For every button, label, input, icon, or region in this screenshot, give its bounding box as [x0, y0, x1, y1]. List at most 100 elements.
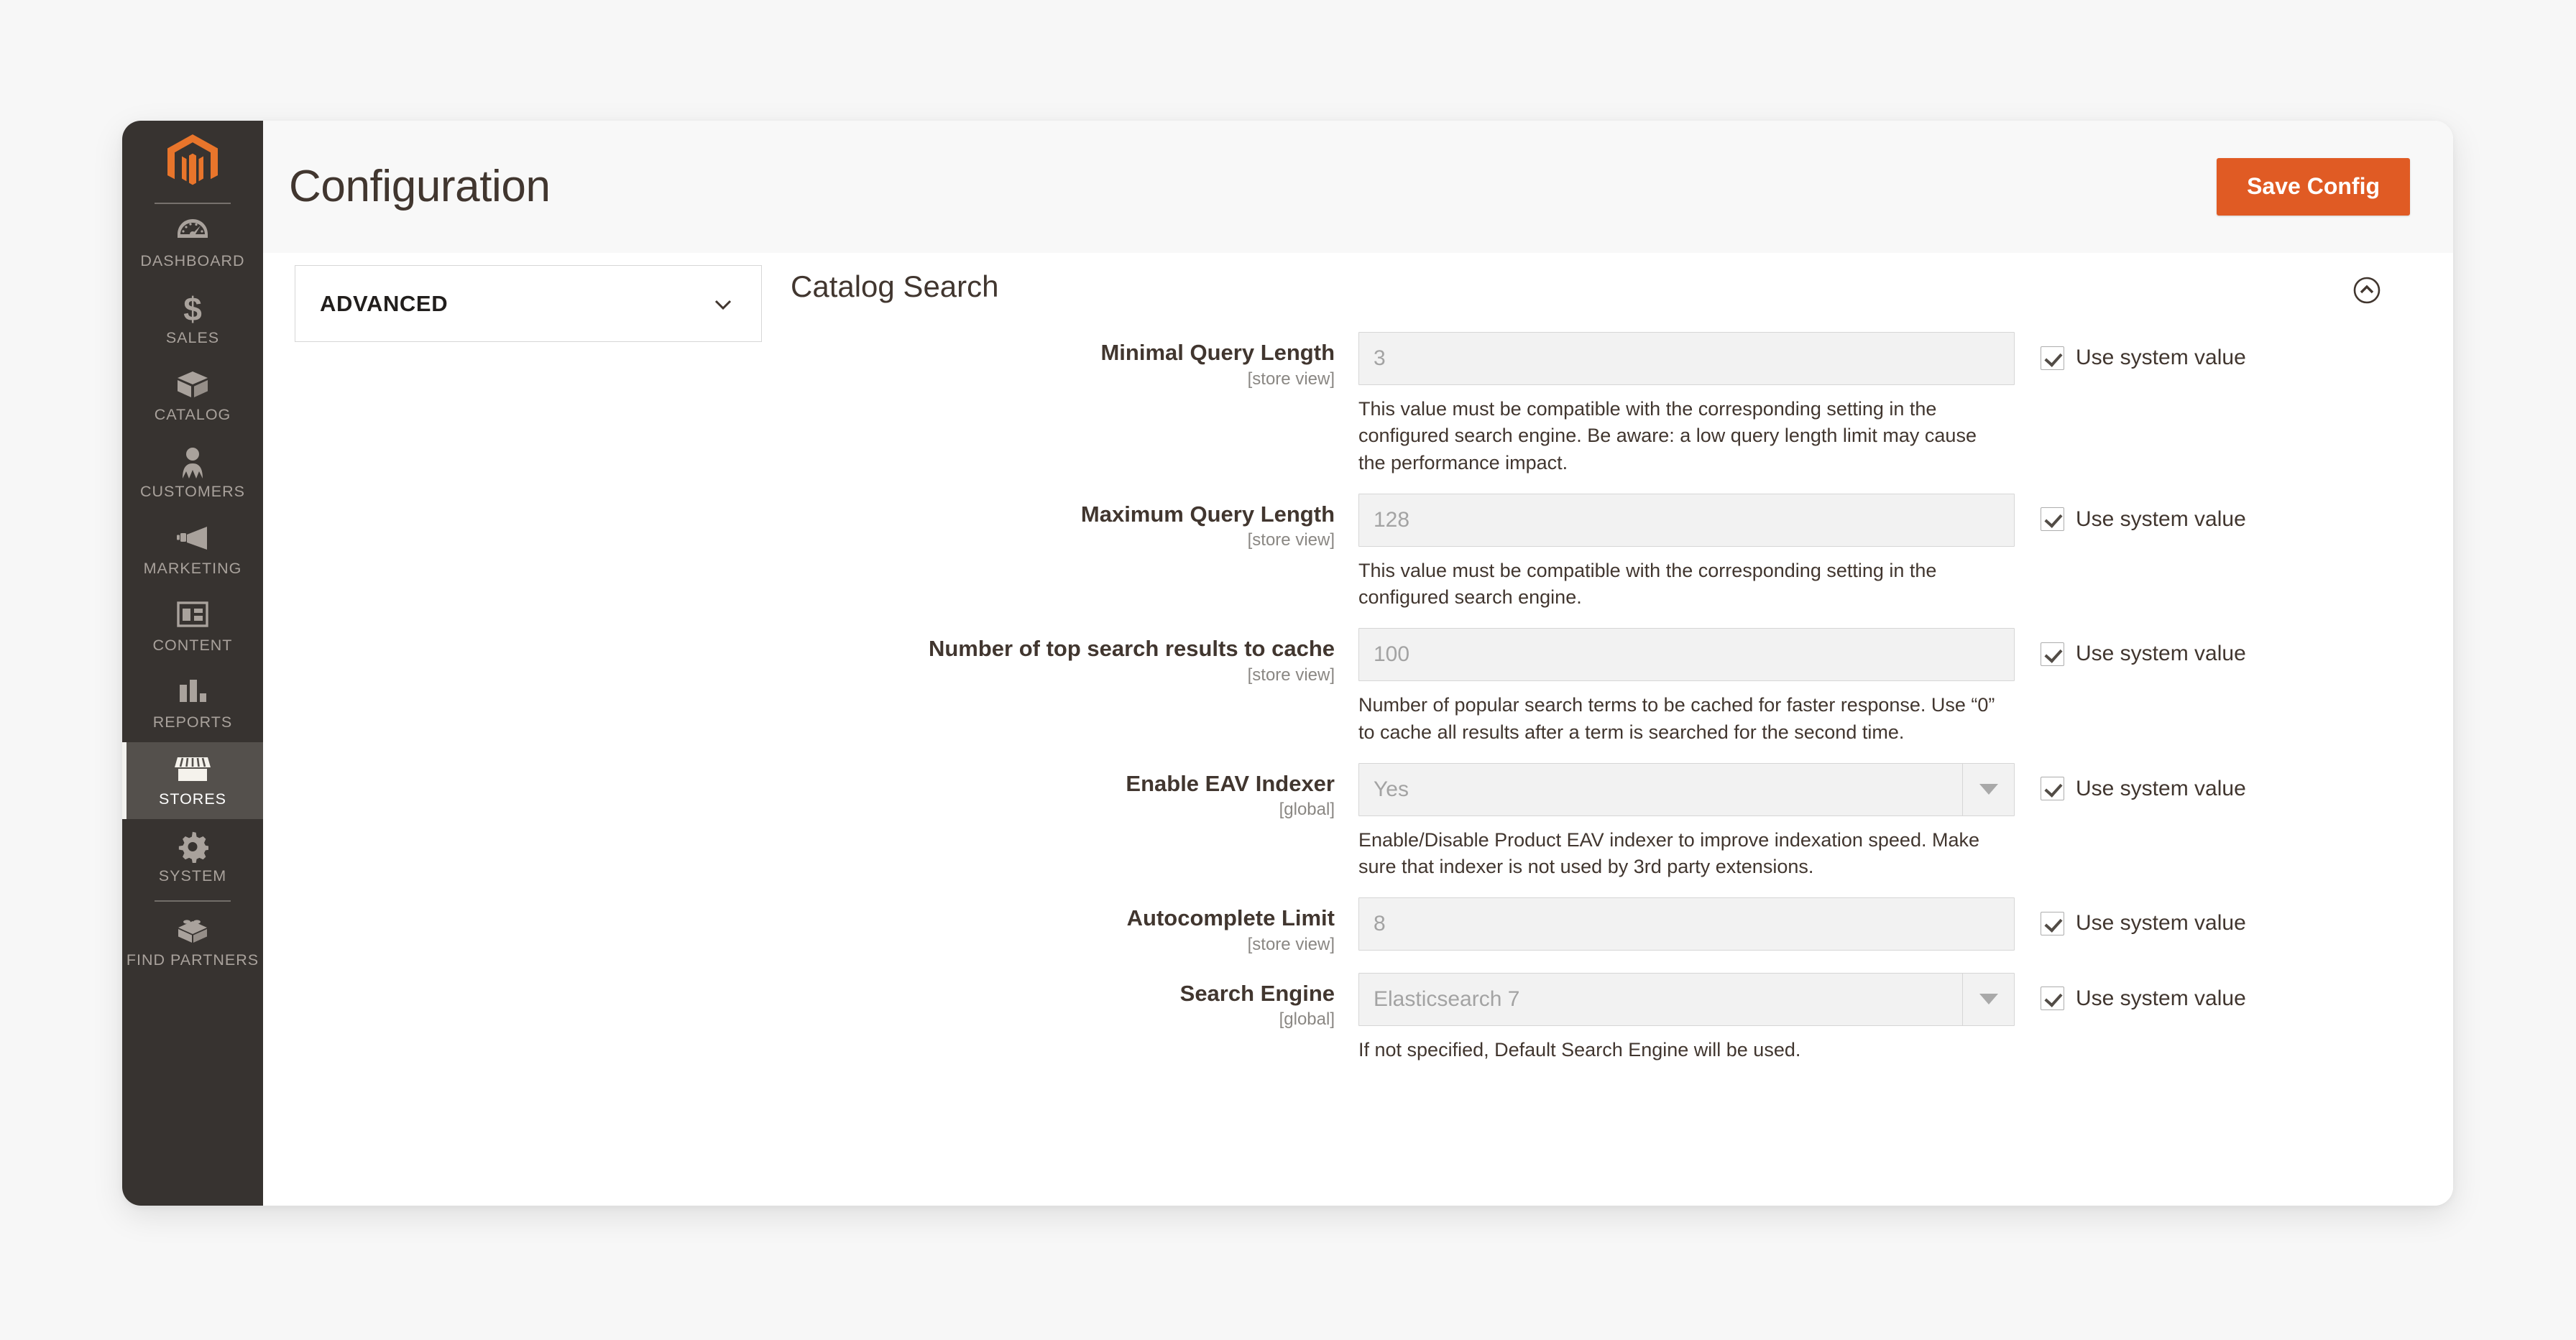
settings-pane: Catalog Search Minimal Query Length [sto…: [791, 253, 2453, 1206]
field-note: Enable/Disable Product EAV indexer to im…: [1358, 828, 1979, 877]
search-engine-select[interactable]: Elasticsearch 7: [1358, 972, 2015, 1026]
field-label: Autocomplete Limit: [1126, 905, 1335, 931]
sidebar-item-find-partners[interactable]: FIND PARTNERS: [122, 903, 263, 980]
box-icon: [125, 370, 260, 403]
checkbox-checked-icon[interactable]: [2041, 346, 2064, 370]
field-note: This value must be compatible with the c…: [1358, 559, 1937, 608]
sidebar-item-label: CONTENT: [152, 637, 233, 654]
maximum-query-length-input[interactable]: [1358, 493, 2015, 547]
checkbox-col: Use system value: [2015, 332, 2410, 370]
sidebar-item-stores[interactable]: STORES: [122, 742, 263, 819]
select-arrow-box[interactable]: [1962, 973, 2014, 1025]
minimal-query-length-input[interactable]: [1358, 332, 2015, 385]
chevron-up-circle-icon[interactable]: [2350, 273, 2384, 308]
field-scope: [store view]: [1247, 530, 1335, 550]
logo-area[interactable]: [122, 121, 263, 203]
field-label: Number of top search results to cache: [928, 636, 1335, 662]
sidebar-item-label: DASHBOARD: [140, 252, 245, 269]
save-config-button[interactable]: Save Config: [2217, 158, 2410, 216]
use-system-value-label: Use system value: [2076, 507, 2246, 531]
settings-fields: Minimal Query Length [store view] This v…: [791, 332, 2410, 1063]
checkbox-col: Use system value: [2015, 763, 2410, 801]
sidebar-item-label: REPORTS: [152, 713, 233, 731]
checkbox-col: Use system value: [2015, 973, 2410, 1011]
sidebar-item-label: CUSTOMERS: [140, 483, 245, 500]
field-row: Autocomplete Limit [store view] Use syst…: [791, 897, 2410, 955]
field-label: Enable EAV Indexer: [1126, 770, 1335, 796]
field-row: Minimal Query Length [store view] This v…: [791, 332, 2410, 476]
megaphone-icon: [125, 524, 260, 557]
sidebar-item-label: CATALOG: [154, 406, 231, 423]
person-icon: [125, 447, 260, 480]
use-system-value-toggle[interactable]: Use system value: [2041, 346, 2246, 370]
field-control-col: [1358, 897, 2015, 951]
checkbox-col: Use system value: [2015, 494, 2410, 532]
field-label-col: Number of top search results to cache [s…: [791, 628, 1358, 685]
gear-icon: [125, 831, 260, 864]
checkbox-checked-icon[interactable]: [2041, 986, 2064, 1011]
sidebar-item-reports[interactable]: REPORTS: [122, 665, 263, 742]
config-nav-column: ADVANCED: [263, 253, 791, 1206]
field-scope: [store view]: [1247, 665, 1335, 685]
sidebar-item-label: SYSTEM: [158, 867, 227, 884]
dollar-icon: $: [125, 293, 260, 326]
sidebar-item-marketing[interactable]: MARKETING: [122, 512, 263, 588]
field-row: Maximum Query Length [store view] This v…: [791, 493, 2410, 611]
brick-icon: [125, 915, 260, 948]
chevron-down-icon: [709, 290, 737, 318]
top-search-results-cache-input[interactable]: [1358, 628, 2015, 682]
page-title: Configuration: [289, 162, 551, 211]
sidebar-item-label: MARKETING: [143, 560, 242, 577]
magento-logo: [167, 134, 218, 185]
checkbox-checked-icon[interactable]: [2041, 777, 2064, 801]
checkbox-col: Use system value: [2015, 897, 2410, 935]
sidebar-item-customers[interactable]: CUSTOMERS: [122, 435, 263, 512]
use-system-value-toggle[interactable]: Use system value: [2041, 777, 2246, 801]
select-value: Elasticsearch 7: [1374, 986, 1520, 1011]
layout-icon: [125, 601, 260, 634]
use-system-value-toggle[interactable]: Use system value: [2041, 507, 2246, 532]
field-note: This value must be compatible with the c…: [1358, 398, 1977, 473]
page-header: Configuration Save Config: [263, 121, 2453, 253]
use-system-value-toggle[interactable]: Use system value: [2041, 986, 2246, 1011]
field-scope: [store view]: [1247, 934, 1335, 954]
field-label-col: Enable EAV Indexer [global]: [791, 763, 1358, 821]
section-select-label: ADVANCED: [320, 290, 448, 316]
section-select[interactable]: ADVANCED: [295, 265, 762, 342]
field-label-col: Autocomplete Limit [store view]: [791, 897, 1358, 955]
checkbox-checked-icon[interactable]: [2041, 507, 2064, 532]
field-note: Number of popular search terms to be cac…: [1358, 694, 1995, 743]
use-system-value-toggle[interactable]: Use system value: [2041, 911, 2246, 935]
field-control-col: Yes Enable/Disable Product EAV indexer t…: [1358, 762, 2015, 881]
field-control-col: This value must be compatible with the c…: [1358, 493, 2015, 611]
sidebar-item-content[interactable]: CONTENT: [122, 588, 263, 665]
content-body: ADVANCED Catalog Search Minimal Query Le…: [263, 253, 2453, 1206]
select-value: Yes: [1374, 777, 1409, 801]
enable-eav-indexer-select[interactable]: Yes: [1358, 762, 2015, 816]
use-system-value-label: Use system value: [2076, 986, 2246, 1010]
select-arrow-box[interactable]: [1962, 763, 2014, 815]
settings-head: Catalog Search: [791, 269, 2410, 308]
field-control-col: Elasticsearch 7 If not specified, Defaul…: [1358, 972, 2015, 1063]
field-label: Maximum Query Length: [1080, 501, 1335, 527]
use-system-value-toggle[interactable]: Use system value: [2041, 642, 2246, 666]
field-row: Number of top search results to cache [s…: [791, 628, 2410, 746]
checkbox-checked-icon[interactable]: [2041, 642, 2064, 666]
admin-window: DASHBOARD $ SALES CATALOG CUSTOMERS MARK…: [122, 121, 2453, 1206]
section-title: Catalog Search: [791, 269, 999, 303]
field-control-col: This value must be compatible with the c…: [1358, 332, 2015, 476]
use-system-value-label: Use system value: [2076, 776, 2246, 800]
field-label: Search Engine: [1179, 980, 1335, 1006]
field-scope: [global]: [1279, 800, 1335, 820]
field-scope: [global]: [1279, 1009, 1335, 1030]
field-note: If not specified, Default Search Engine …: [1358, 1038, 1801, 1061]
field-label: Minimal Query Length: [1100, 340, 1335, 365]
sidebar-item-system[interactable]: SYSTEM: [122, 819, 263, 896]
checkbox-checked-icon[interactable]: [2041, 911, 2064, 935]
sidebar-item-catalog[interactable]: CATALOG: [122, 358, 263, 435]
autocomplete-limit-input[interactable]: [1358, 897, 2015, 951]
field-row: Search Engine [global] Elasticsearch 7 I…: [791, 972, 2410, 1063]
admin-sidebar: DASHBOARD $ SALES CATALOG CUSTOMERS MARK…: [122, 121, 263, 1206]
sidebar-item-sales[interactable]: $ SALES: [122, 281, 263, 358]
sidebar-item-dashboard[interactable]: DASHBOARD: [122, 204, 263, 281]
